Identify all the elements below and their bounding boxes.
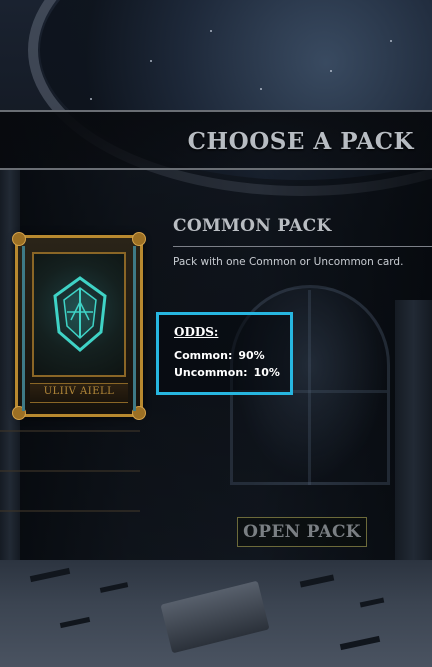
pack-name: COMMON PACK xyxy=(173,216,332,236)
bookshelf-decoration xyxy=(0,470,140,472)
pillar-decoration xyxy=(395,300,432,560)
card-label-bar: ULIIV AIELL xyxy=(30,383,128,403)
star-decoration xyxy=(390,40,392,42)
odds-label: Common: xyxy=(174,349,233,362)
odds-panel: ODDS: Common: 90% Uncommon: 10% xyxy=(156,312,293,395)
open-pack-label: OPEN PACK xyxy=(243,522,361,542)
page-title: CHOOSE A PACK xyxy=(187,128,414,155)
card-corner-ornament xyxy=(132,232,146,246)
card-label: ULIIV AIELL xyxy=(43,386,115,397)
odds-row-common: Common: 90% xyxy=(174,349,265,362)
odds-title: ODDS: xyxy=(174,325,219,339)
star-decoration xyxy=(260,88,262,90)
pack-card[interactable]: ULIIV AIELL xyxy=(12,232,146,420)
rune-emblem-icon xyxy=(53,276,107,352)
pack-divider xyxy=(173,246,432,247)
star-decoration xyxy=(330,70,332,72)
open-pack-button[interactable]: OPEN PACK xyxy=(237,517,367,547)
bookshelf-decoration xyxy=(0,510,140,512)
bookshelf-decoration xyxy=(0,430,140,432)
card-corner-ornament xyxy=(12,232,26,246)
star-decoration xyxy=(210,30,212,32)
pack-description: Pack with one Common or Uncommon card. xyxy=(173,256,404,268)
odds-row-uncommon: Uncommon: 10% xyxy=(174,366,280,379)
card-artwork xyxy=(32,252,126,377)
window-mullion-decoration xyxy=(308,290,311,485)
game-scene: CHOOSE A PACK COMMON PACK Pack with one … xyxy=(0,0,432,667)
card-rail-decoration xyxy=(22,246,25,411)
star-decoration xyxy=(90,98,92,100)
odds-label: Uncommon: xyxy=(174,366,248,379)
odds-value: 10% xyxy=(253,366,280,379)
star-decoration xyxy=(150,60,152,62)
odds-value: 90% xyxy=(238,349,265,362)
card-rail-decoration xyxy=(133,246,136,411)
